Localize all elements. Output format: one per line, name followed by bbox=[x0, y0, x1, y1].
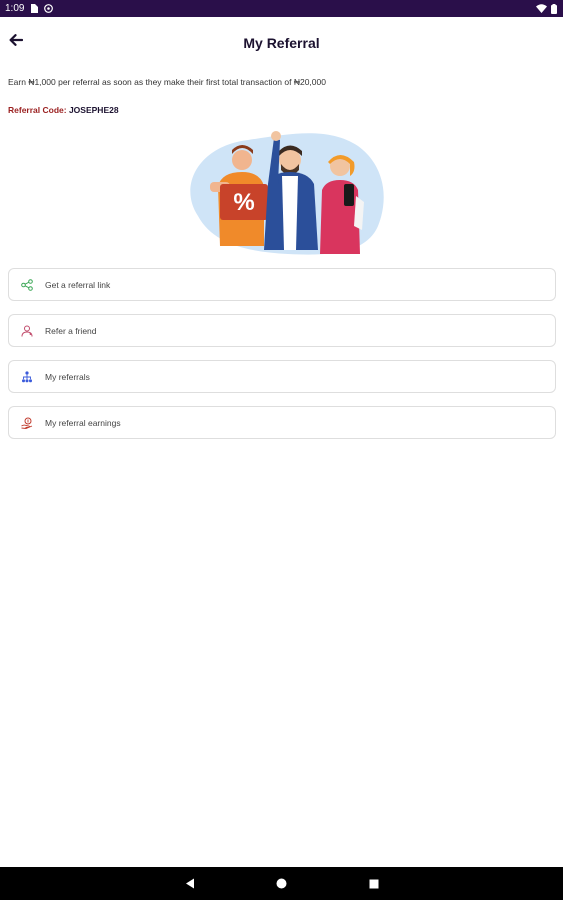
my-referrals-button[interactable]: My referrals bbox=[8, 360, 556, 393]
menu-item-label: Refer a friend bbox=[45, 325, 97, 336]
recents-square-icon[interactable] bbox=[364, 874, 384, 894]
wifi-icon bbox=[536, 4, 547, 13]
app-bar: My Referral bbox=[0, 17, 563, 69]
menu-item-label: Get a referral link bbox=[45, 279, 111, 290]
refer-friend-button[interactable]: Refer a friend bbox=[8, 314, 556, 347]
at-sign-icon bbox=[44, 4, 54, 13]
menu-item-label: My referrals bbox=[45, 371, 90, 382]
referral-menu: Get a referral link Refer a friend My re… bbox=[8, 268, 556, 452]
arrow-left-icon bbox=[9, 33, 24, 51]
status-time: 1:09 bbox=[5, 3, 25, 14]
page-title: My Referral bbox=[243, 35, 320, 51]
home-circle-icon[interactable] bbox=[272, 874, 292, 894]
sim-card-icon bbox=[30, 4, 39, 13]
money-hand-icon bbox=[20, 416, 34, 430]
my-referral-earnings-button[interactable]: My referral earnings bbox=[8, 406, 556, 439]
referral-code-label: Referral Code: bbox=[8, 105, 67, 115]
referral-code-row: Referral Code: JOSEPHE28 bbox=[8, 104, 119, 116]
menu-item-label: My referral earnings bbox=[45, 417, 121, 428]
referral-illustration: % bbox=[178, 126, 388, 258]
back-button[interactable] bbox=[6, 32, 26, 52]
referral-code-value[interactable]: JOSEPHE28 bbox=[69, 105, 119, 115]
system-nav-bar bbox=[0, 867, 563, 900]
svg-text:%: % bbox=[233, 189, 254, 216]
back-triangle-icon[interactable] bbox=[180, 874, 200, 894]
get-referral-link-button[interactable]: Get a referral link bbox=[8, 268, 556, 301]
user-icon bbox=[20, 324, 34, 338]
referral-tree-icon bbox=[20, 370, 34, 384]
share-icon bbox=[20, 278, 34, 292]
referral-info-text: Earn ₦1,000 per referral as soon as they… bbox=[8, 77, 326, 87]
battery-icon bbox=[551, 3, 557, 14]
status-bar: 1:09 bbox=[0, 0, 563, 17]
